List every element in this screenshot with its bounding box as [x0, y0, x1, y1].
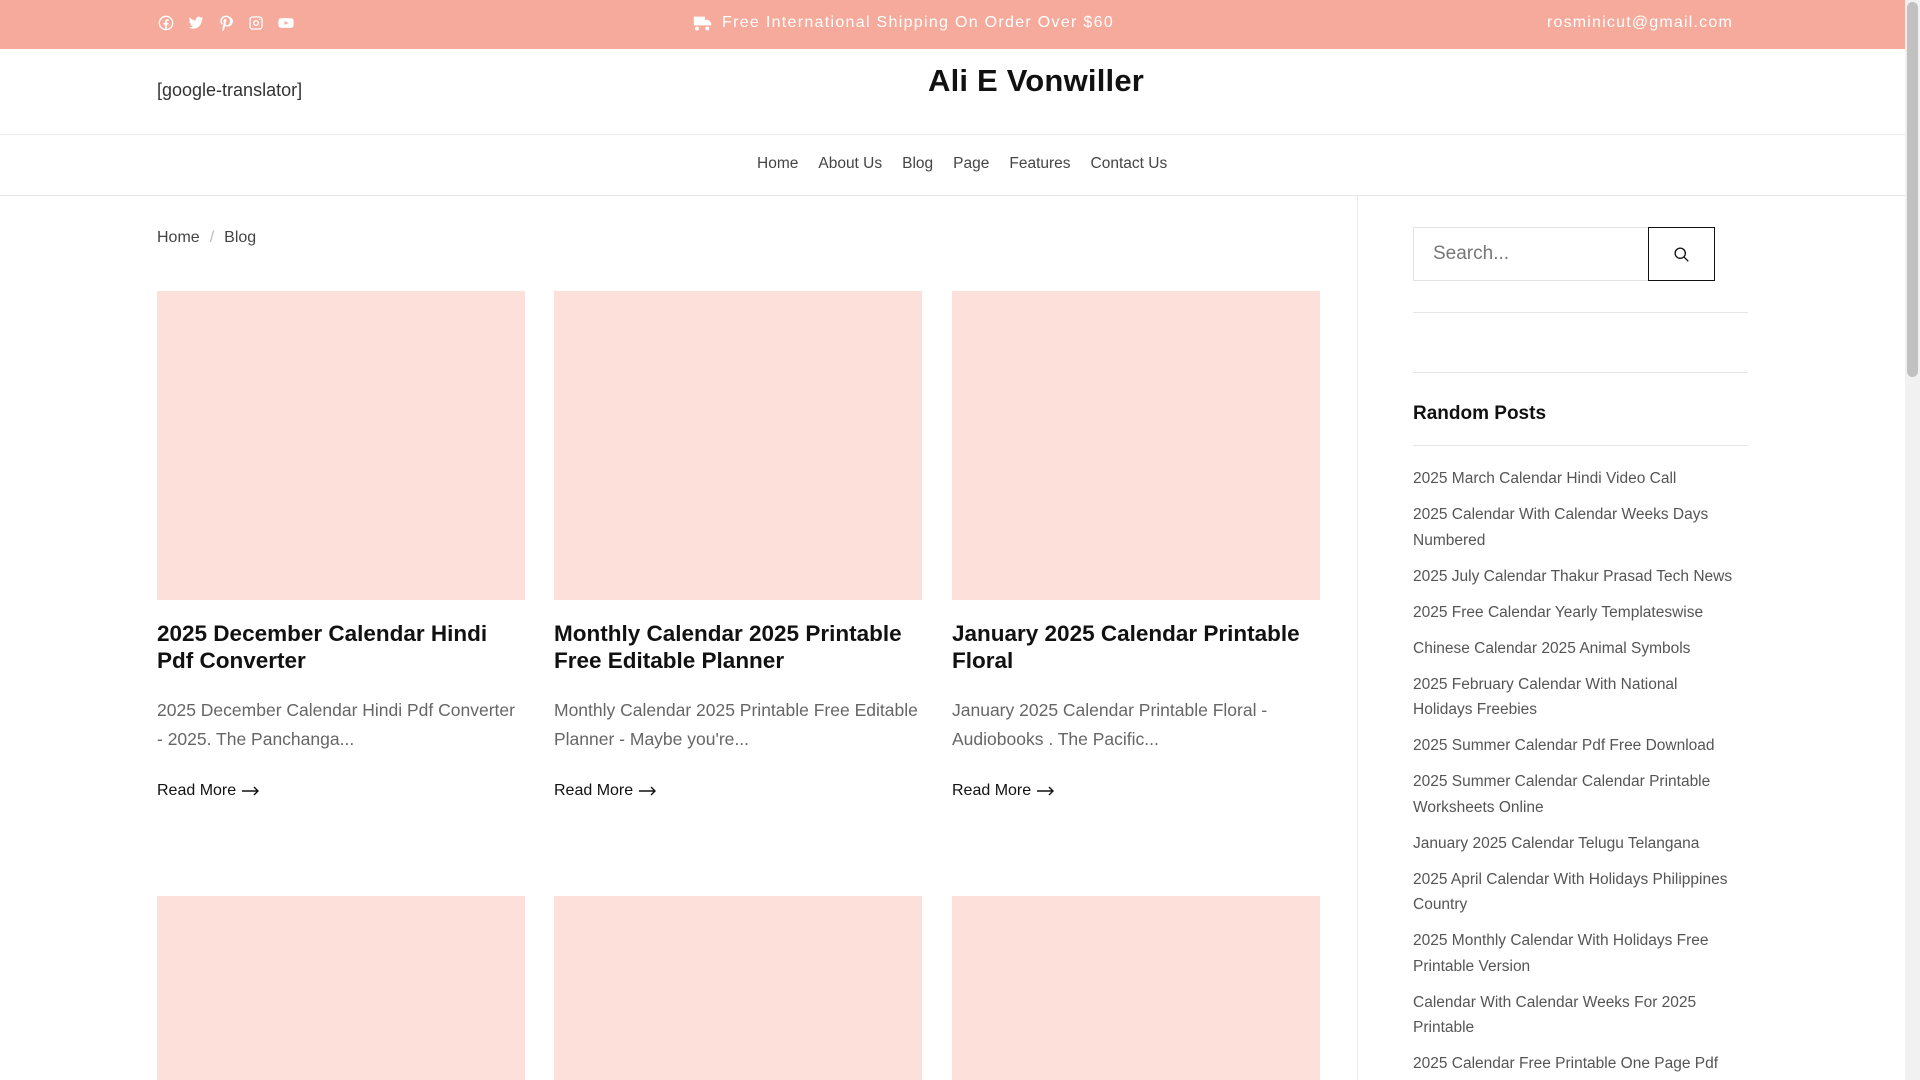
nav-item-blog[interactable]: Blog — [902, 155, 933, 173]
facebook-icon[interactable] — [157, 14, 174, 31]
scrollbar-thumb[interactable] — [1907, 2, 1918, 377]
post-excerpt: January 2025 Calendar Printable Floral -… — [952, 700, 1268, 749]
breadcrumb-separator: / — [209, 229, 215, 246]
post-thumbnail[interactable] — [554, 896, 922, 1080]
post-card: 2025 December Calendar Hindi Pdf Convert… — [157, 291, 525, 800]
arrow-right-icon — [639, 786, 657, 796]
random-post-link[interactable]: 2025 July Calendar Thakur Prasad Tech Ne… — [1413, 564, 1733, 590]
post-thumbnail[interactable] — [554, 291, 922, 600]
post-card — [554, 896, 922, 1080]
main-navigation: Home About Us Blog Page Features Contact… — [0, 135, 1905, 196]
random-post-link[interactable]: 2025 Free Calendar Yearly Templateswise — [1413, 600, 1733, 626]
random-posts-list: 2025 March Calendar Hindi Video Call 202… — [1413, 466, 1733, 1080]
shipping-text: Free International Shipping On Order Ove… — [722, 14, 1115, 31]
post-card — [157, 896, 525, 1080]
social-links — [157, 14, 294, 31]
random-post-link[interactable]: 2025 February Calendar With National Hol… — [1413, 672, 1733, 723]
read-more-label: Read More — [157, 782, 237, 799]
nav-item-about-us[interactable]: About Us — [818, 155, 882, 173]
random-post-link[interactable]: Chinese Calendar 2025 Animal Symbols — [1413, 636, 1733, 662]
post-title[interactable]: January 2025 Calendar Printable Floral — [952, 620, 1320, 674]
nav-item-page[interactable]: Page — [953, 155, 989, 173]
shipping-notice: Free International Shipping On Order Ove… — [693, 14, 1114, 32]
post-card: January 2025 Calendar Printable Floral J… — [952, 291, 1320, 800]
read-more-link[interactable]: Read More — [952, 782, 1320, 800]
post-title[interactable]: 2025 December Calendar Hindi Pdf Convert… — [157, 620, 525, 674]
twitter-icon[interactable] — [187, 14, 204, 31]
site-title[interactable]: Ali E Vonwiller — [928, 63, 1144, 99]
nav-item-home[interactable]: Home — [757, 155, 798, 173]
truck-icon — [693, 16, 712, 31]
random-post-link[interactable]: 2025 April Calendar With Holidays Philip… — [1413, 867, 1733, 918]
read-more-link[interactable]: Read More — [157, 782, 525, 800]
search-button[interactable] — [1648, 227, 1715, 281]
post-thumbnail[interactable] — [952, 291, 1320, 600]
search-icon — [1674, 246, 1689, 262]
post-title[interactable]: Monthly Calendar 2025 Printable Free Edi… — [554, 620, 922, 674]
google-translator-placeholder: [google-translator] — [157, 80, 303, 100]
read-more-label: Read More — [554, 782, 634, 799]
content-sidebar-divider — [1357, 196, 1358, 1080]
breadcrumb-home[interactable]: Home — [157, 229, 200, 247]
sidebar-divider — [1413, 312, 1748, 313]
sidebar-divider — [1413, 372, 1748, 373]
post-excerpt: Monthly Calendar 2025 Printable Free Edi… — [554, 700, 918, 749]
instagram-icon[interactable] — [247, 14, 264, 31]
random-post-link[interactable]: 2025 March Calendar Hindi Video Call — [1413, 466, 1733, 492]
contact-email[interactable]: rosminicut@gmail.com — [1547, 14, 1733, 32]
random-post-link[interactable]: January 2025 Calendar Telugu Telangana — [1413, 831, 1733, 857]
post-excerpt: 2025 December Calendar Hindi Pdf Convert… — [157, 700, 515, 749]
youtube-icon[interactable] — [277, 14, 294, 31]
post-card: Monthly Calendar 2025 Printable Free Edi… — [554, 291, 922, 800]
random-post-link[interactable]: 2025 Summer Calendar Pdf Free Download — [1413, 733, 1733, 759]
arrow-right-icon — [242, 786, 260, 796]
post-thumbnail[interactable] — [157, 896, 525, 1080]
random-post-link[interactable]: 2025 Calendar With Calendar Weeks Days N… — [1413, 502, 1733, 553]
random-post-link[interactable]: 2025 Monthly Calendar With Holidays Free… — [1413, 928, 1733, 979]
pinterest-icon[interactable] — [217, 14, 234, 31]
post-thumbnail[interactable] — [952, 896, 1320, 1080]
site-header: [google-translator] Ali E Vonwiller — [0, 49, 1905, 135]
search-form — [1413, 227, 1715, 281]
post-card — [952, 896, 1320, 1080]
arrow-right-icon — [1037, 786, 1055, 796]
breadcrumb-current: Blog — [224, 229, 257, 246]
random-post-link[interactable]: 2025 Summer Calendar Calendar Printable … — [1413, 769, 1733, 820]
random-post-link[interactable]: 2025 Calendar Free Printable One Page Pd… — [1413, 1051, 1733, 1077]
nav-item-features[interactable]: Features — [1009, 155, 1070, 173]
breadcrumb: Home / Blog — [157, 229, 256, 247]
read-more-label: Read More — [952, 782, 1032, 799]
random-post-link[interactable]: Calendar With Calendar Weeks For 2025 Pr… — [1413, 990, 1733, 1041]
post-thumbnail[interactable] — [157, 291, 525, 600]
random-posts-title: Random Posts — [1413, 403, 1547, 424]
search-input[interactable] — [1413, 227, 1648, 281]
nav-item-contact-us[interactable]: Contact Us — [1091, 155, 1168, 173]
read-more-link[interactable]: Read More — [554, 782, 922, 800]
sidebar-divider — [1413, 445, 1748, 446]
top-bar: Free International Shipping On Order Ove… — [0, 0, 1905, 49]
